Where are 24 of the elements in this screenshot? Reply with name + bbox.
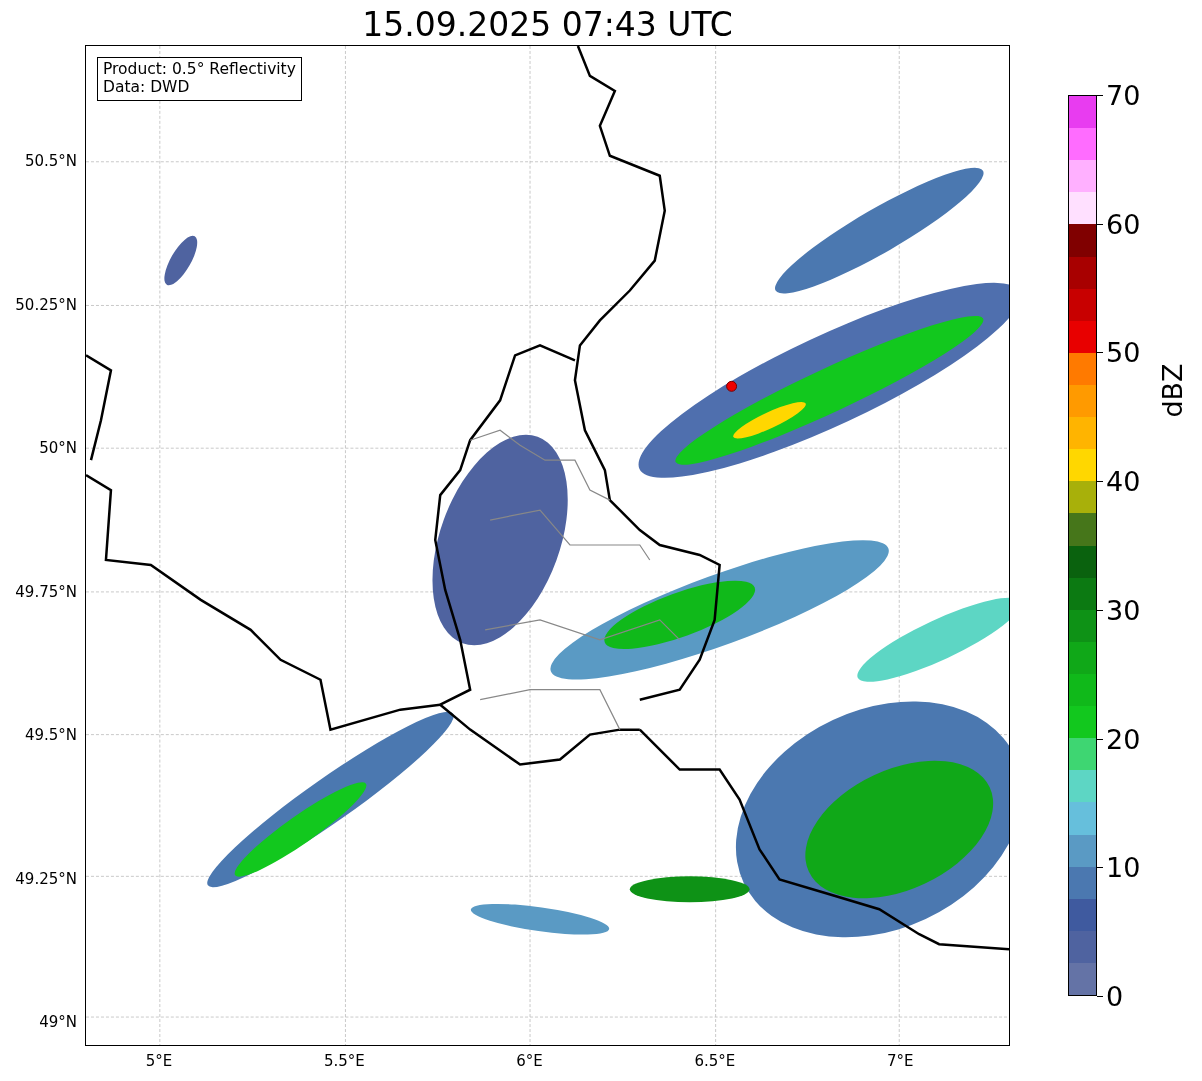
y-tick-label: 50.25°N [15, 295, 77, 314]
x-tick-label: 5°E [145, 1052, 173, 1070]
colorbar-tick-label: 50 [1106, 338, 1141, 366]
x-tick-label: 6°E [516, 1052, 543, 1070]
x-tick-label: 5.5°E [323, 1052, 365, 1070]
x-tick-label: 7°E [886, 1052, 914, 1070]
chart-title: 15.09.2025 07:43 UTC [361, 5, 734, 45]
colorbar-tick-label: 20 [1106, 725, 1141, 753]
y-tick-label: 50°N [39, 439, 77, 457]
colorbar-tick-label: 0 [1106, 982, 1124, 1010]
y-tick-label: 49°N [39, 1013, 77, 1031]
y-tick-label: 49.5°N [24, 726, 77, 744]
colorbar-tick-label: 10 [1106, 853, 1141, 881]
colorbar-tick-label: 70 [1106, 81, 1141, 109]
colorbar-tick-label: 60 [1106, 210, 1141, 238]
colorbar-label: dBZ [1156, 363, 1188, 418]
y-tick-label: 50.5°N [24, 152, 77, 170]
y-tick-label: 49.25°N [15, 869, 77, 888]
legend-text: Data: DWD [103, 78, 191, 97]
colorbar-tick-label: 30 [1106, 596, 1141, 624]
x-tick-label: 6.5°E [694, 1052, 736, 1070]
y-tick-label: 49.75°N [15, 582, 77, 601]
legend-text: Product: 0.5° Reflectivity [103, 61, 296, 79]
colorbar-tick-label: 40 [1106, 467, 1141, 495]
